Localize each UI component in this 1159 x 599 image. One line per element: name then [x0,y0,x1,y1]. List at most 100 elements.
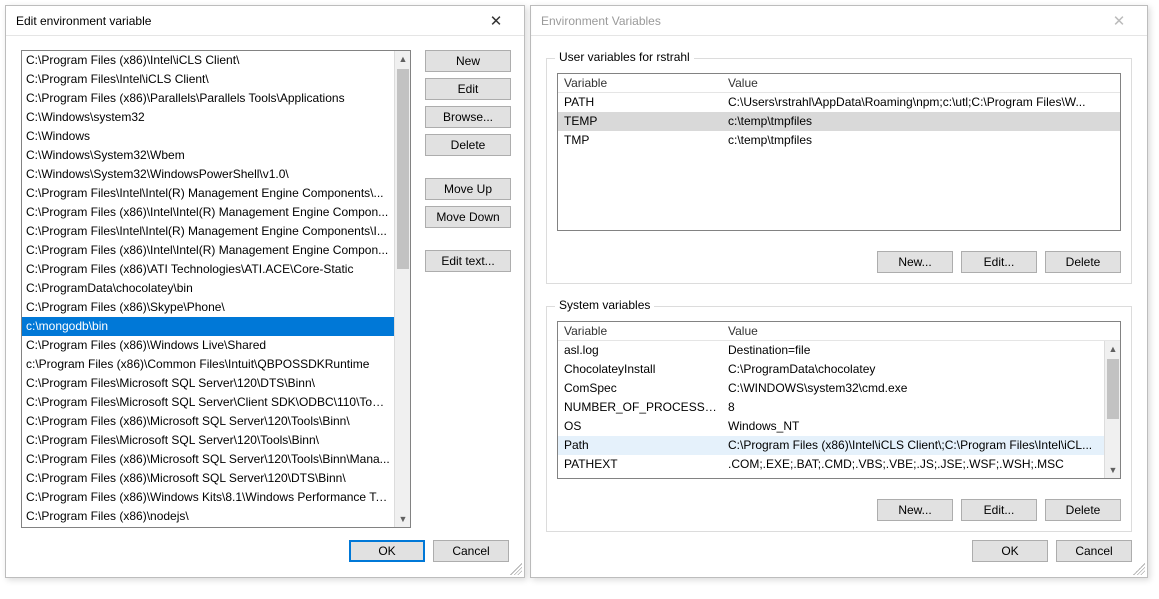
path-list-item[interactable]: C:\Program Files (x86)\Skype\Phone\ [22,298,394,317]
path-list-item[interactable]: C:\Program Files (x86)\Microsoft SQL Ser… [22,469,394,488]
sys-new-button[interactable]: New... [877,499,953,521]
path-list-item[interactable]: C:\Windows\System32\Wbem [22,146,394,165]
scrollbar[interactable]: ▲ ▼ [1104,341,1120,478]
edit-text-button[interactable]: Edit text... [425,250,511,272]
table-row[interactable]: TMPc:\temp\tmpfiles [558,131,1120,150]
table-row[interactable]: TEMPc:\temp\tmpfiles [558,112,1120,131]
path-list-item[interactable]: C:\Program Files\Microsoft SQL Server\12… [22,374,394,393]
environment-variables-window: Environment Variables ✕ User variables f… [530,5,1148,578]
path-list[interactable]: C:\Program Files (x86)\Intel\iCLS Client… [21,50,411,528]
delete-button[interactable]: Delete [425,134,511,156]
scrollbar[interactable]: ▲ ▼ [394,51,410,527]
path-list-item[interactable]: C:\Program Files\Intel\Intel(R) Manageme… [22,184,394,203]
cell-variable: NUMBER_OF_PROCESSORS [558,398,722,417]
system-variables-group: System variables Variable Value asl.logD… [546,306,1132,532]
cancel-button[interactable]: Cancel [1056,540,1132,562]
path-list-item[interactable]: C:\Program Files (x86)\Windows Live\Shar… [22,336,394,355]
table-row[interactable]: PATHEXT.COM;.EXE;.BAT;.CMD;.VBS;.VBE;.JS… [558,455,1120,474]
titlebar[interactable]: Environment Variables ✕ [531,6,1147,36]
path-list-item[interactable]: c:\mongodb\bin [22,317,394,336]
path-list-item[interactable]: C:\Windows\system32 [22,108,394,127]
user-variables-table[interactable]: Variable Value PATHC:\Users\rstrahl\AppD… [557,73,1121,231]
edit-button[interactable]: Edit [425,78,511,100]
path-list-item[interactable]: C:\ProgramData\chocolatey\bin [22,279,394,298]
edit-environment-variable-window: Edit environment variable ✕ C:\Program F… [5,5,525,578]
scroll-thumb[interactable] [1107,359,1119,419]
cell-variable: TMP [558,131,722,150]
path-list-item[interactable]: C:\Program Files (x86)\Microsoft SQL Ser… [22,412,394,431]
scroll-up-icon[interactable]: ▲ [395,51,411,67]
cell-value: .COM;.EXE;.BAT;.CMD;.VBS;.VBE;.JS;.JSE;.… [722,455,1120,474]
window-title: Environment Variables [541,14,1099,28]
col-variable[interactable]: Variable [558,74,722,92]
resize-grip-icon[interactable] [510,563,522,575]
resize-grip-icon[interactable] [1133,563,1145,575]
path-list-item[interactable]: c:\Program Files (x86)\Common Files\Intu… [22,355,394,374]
table-row[interactable]: NUMBER_OF_PROCESSORS8 [558,398,1120,417]
cell-variable: OS [558,417,722,436]
cell-value: c:\temp\tmpfiles [722,131,1120,150]
cell-variable: ChocolateyInstall [558,360,722,379]
col-value[interactable]: Value [722,322,1120,340]
path-list-item[interactable]: C:\Program Files (x86)\Windows Kits\8.1\… [22,488,394,507]
path-list-item[interactable]: C:\Program Files (x86)\ATI Technologies\… [22,260,394,279]
move-down-button[interactable]: Move Down [425,206,511,228]
scroll-thumb[interactable] [397,69,409,269]
cell-variable: PATH [558,93,722,112]
cell-value: 8 [722,398,1120,417]
table-header: Variable Value [558,74,1120,93]
ok-button[interactable]: OK [972,540,1048,562]
cell-variable: PATHEXT [558,455,722,474]
new-button[interactable]: New [425,50,511,72]
path-list-item[interactable]: C:\Program Files (x86)\Intel\Intel(R) Ma… [22,241,394,260]
path-list-item[interactable]: C:\Program Files\Intel\Intel(R) Manageme… [22,222,394,241]
user-variables-group: User variables for rstrahl Variable Valu… [546,58,1132,284]
cell-value: C:\WINDOWS\system32\cmd.exe [722,379,1120,398]
table-row[interactable]: ChocolateyInstallC:\ProgramData\chocolat… [558,360,1120,379]
path-list-item[interactable]: C:\Program Files (x86)\Microsoft SQL Ser… [22,450,394,469]
system-variables-table[interactable]: Variable Value asl.logDestination=fileCh… [557,321,1121,479]
col-variable[interactable]: Variable [558,322,722,340]
table-row[interactable]: PATHC:\Users\rstrahl\AppData\Roaming\npm… [558,93,1120,112]
path-list-item[interactable]: C:\Program Files (x86)\Intel\Intel(R) Ma… [22,203,394,222]
col-value[interactable]: Value [722,74,1120,92]
cell-value: C:\Program Files (x86)\Intel\iCLS Client… [722,436,1120,455]
table-row[interactable]: ComSpecC:\WINDOWS\system32\cmd.exe [558,379,1120,398]
cell-value: C:\Users\rstrahl\AppData\Roaming\npm;c:\… [722,93,1120,112]
sys-delete-button[interactable]: Delete [1045,499,1121,521]
browse-button[interactable]: Browse... [425,106,511,128]
sys-edit-button[interactable]: Edit... [961,499,1037,521]
scroll-up-icon[interactable]: ▲ [1105,341,1121,357]
cell-value: c:\temp\tmpfiles [722,112,1120,131]
path-list-item[interactable]: C:\Program Files\Microsoft SQL Server\12… [22,431,394,450]
path-list-item[interactable]: C:\Program Files\Microsoft SQL Server\Cl… [22,393,394,412]
move-up-button[interactable]: Move Up [425,178,511,200]
path-list-item[interactable]: C:\Program Files (x86)\Parallels\Paralle… [22,89,394,108]
path-list-item[interactable]: C:\Program Files (x86)\Intel\iCLS Client… [22,51,394,70]
cell-value: Windows_NT [722,417,1120,436]
user-edit-button[interactable]: Edit... [961,251,1037,273]
path-list-item[interactable]: C:\Program Files\Intel\iCLS Client\ [22,70,394,89]
cell-variable: Path [558,436,722,455]
path-list-item[interactable]: C:\Windows [22,127,394,146]
cancel-button[interactable]: Cancel [433,540,509,562]
system-variables-label: System variables [555,298,654,312]
user-variables-label: User variables for rstrahl [555,50,694,64]
scroll-down-icon[interactable]: ▼ [1105,462,1121,478]
close-icon[interactable]: ✕ [1099,7,1139,35]
table-row[interactable]: asl.logDestination=file [558,341,1120,360]
user-new-button[interactable]: New... [877,251,953,273]
table-row[interactable]: OSWindows_NT [558,417,1120,436]
window-title: Edit environment variable [16,14,476,28]
scroll-down-icon[interactable]: ▼ [395,511,411,527]
cell-variable: TEMP [558,112,722,131]
table-row[interactable]: PathC:\Program Files (x86)\Intel\iCLS Cl… [558,436,1120,455]
ok-button[interactable]: OK [349,540,425,562]
titlebar[interactable]: Edit environment variable ✕ [6,6,524,36]
path-list-item[interactable]: C:\Program Files (x86)\nodejs\ [22,507,394,526]
user-delete-button[interactable]: Delete [1045,251,1121,273]
table-header: Variable Value [558,322,1120,341]
path-list-item[interactable]: C:\Windows\System32\WindowsPowerShell\v1… [22,165,394,184]
close-icon[interactable]: ✕ [476,7,516,35]
cell-variable: asl.log [558,341,722,360]
